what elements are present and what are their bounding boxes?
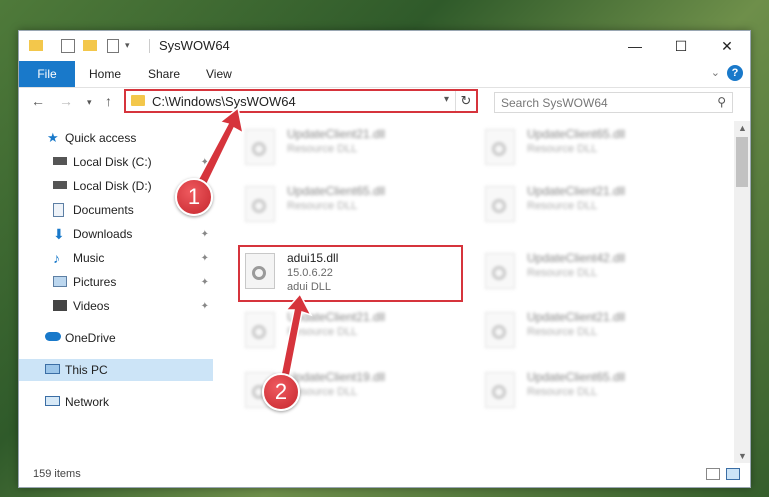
dll-file-icon xyxy=(485,372,515,408)
scroll-down-icon[interactable]: ▼ xyxy=(738,451,747,461)
properties-icon[interactable] xyxy=(61,39,75,53)
gear-icon xyxy=(492,325,506,339)
pin-icon: ✦ xyxy=(200,252,209,264)
gear-icon xyxy=(492,199,506,213)
item-count: 159 items xyxy=(33,468,81,480)
sidebar-item-onedrive[interactable]: OneDrive xyxy=(19,327,213,349)
cloud-icon xyxy=(45,332,61,341)
computer-icon xyxy=(45,364,60,374)
dll-file-icon xyxy=(245,186,275,222)
sidebar-item-pictures[interactable]: Pictures ✦ xyxy=(19,271,213,293)
title-separator xyxy=(149,39,150,53)
expand-ribbon-icon[interactable]: ⌄ xyxy=(711,66,720,79)
dll-file-icon xyxy=(485,129,515,165)
ribbon: File Home Share View ⌄ ? xyxy=(19,61,750,88)
sidebar-item-videos[interactable]: Videos ✦ xyxy=(19,295,213,317)
file-item[interactable]: UpdateClient21.dll Resource DLL xyxy=(239,123,459,169)
gear-icon xyxy=(252,325,266,339)
videos-icon xyxy=(53,300,67,311)
gear-icon xyxy=(492,266,506,280)
tab-share[interactable]: Share xyxy=(148,67,180,81)
maximize-button[interactable]: ☐ xyxy=(658,31,704,61)
drive-icon xyxy=(53,181,67,189)
search-icon[interactable]: ⚲ xyxy=(717,95,726,109)
dll-file-icon xyxy=(245,129,275,165)
tab-home[interactable]: Home xyxy=(89,67,121,81)
address-path[interactable]: C:\Windows\SysWOW64 xyxy=(152,94,296,109)
drive-icon xyxy=(53,157,67,165)
folder-icon xyxy=(29,40,43,51)
vertical-scrollbar[interactable]: ▲ ▼ xyxy=(734,121,750,463)
file-item[interactable]: UpdateClient42.dll Resource DLL xyxy=(479,247,699,293)
large-icons-view-icon[interactable] xyxy=(726,468,740,480)
pictures-icon xyxy=(53,276,67,287)
music-icon: ♪ xyxy=(53,250,60,266)
file-item[interactable]: UpdateClient21.dll Resource DLL xyxy=(239,306,459,352)
new-folder-icon[interactable] xyxy=(83,40,97,51)
dll-file-icon xyxy=(485,312,515,348)
recent-locations-icon[interactable]: ▾ xyxy=(87,97,92,108)
gear-icon xyxy=(252,199,266,213)
step-callout-2: 2 xyxy=(262,373,300,411)
file-item[interactable]: UpdateClient65.dll Resource DLL xyxy=(479,123,699,169)
sidebar-item-local-disk-c[interactable]: Local Disk (C:) ✦ xyxy=(19,151,213,173)
download-icon: ⬇ xyxy=(53,226,65,242)
pin-icon: ✦ xyxy=(200,228,209,240)
details-view-icon[interactable] xyxy=(706,468,720,480)
chevron-down-icon[interactable]: ▾ xyxy=(125,40,139,54)
back-button[interactable]: ← xyxy=(31,93,45,109)
documents-icon xyxy=(53,203,64,217)
navigation-bar: ← → ▾ ↑ C:\Windows\SysWOW64 ▾ ↻ Search S… xyxy=(19,87,750,117)
gear-icon xyxy=(492,142,506,156)
address-dropdown-icon[interactable]: ▾ xyxy=(444,94,449,105)
navigation-pane: ★ Quick access Local Disk (C:) ✦ Local D… xyxy=(19,123,213,463)
pin-icon: ✦ xyxy=(200,300,209,312)
dll-file-icon xyxy=(245,312,275,348)
sidebar-item-this-pc[interactable]: This PC xyxy=(19,359,213,381)
address-bar[interactable]: C:\Windows\SysWOW64 ▾ ↻ xyxy=(124,89,478,113)
sidebar-item-network[interactable]: Network xyxy=(19,391,213,413)
file-item[interactable]: UpdateClient65.dll Resource DLL xyxy=(239,180,459,226)
scrollbar-thumb[interactable] xyxy=(736,137,748,187)
refresh-button[interactable]: ↻ xyxy=(455,91,476,111)
tab-file[interactable]: File xyxy=(19,61,75,87)
sidebar-item-music[interactable]: ♪ Music ✦ xyxy=(19,247,213,269)
star-icon: ★ xyxy=(47,130,59,145)
search-input[interactable]: Search SysWOW64 ⚲ xyxy=(494,92,733,113)
dll-file-icon xyxy=(485,253,515,289)
pin-icon: ✦ xyxy=(200,156,209,168)
minimize-button[interactable]: — xyxy=(612,31,658,61)
sidebar-item-quick-access[interactable]: ★ Quick access xyxy=(19,127,213,149)
pin-icon: ✦ xyxy=(200,276,209,288)
up-button[interactable]: ↑ xyxy=(105,93,112,109)
forward-button[interactable]: → xyxy=(59,93,73,109)
help-icon[interactable]: ? xyxy=(727,65,743,81)
tab-view[interactable]: View xyxy=(206,67,232,81)
file-highlight-frame xyxy=(238,245,463,302)
status-bar: 159 items xyxy=(19,463,750,487)
explorer-window: ▾ SysWOW64 — ☐ ✕ File Home Share View ⌄ … xyxy=(18,30,751,488)
close-button[interactable]: ✕ xyxy=(704,31,750,61)
customize-toolbar-icon[interactable] xyxy=(107,39,119,53)
scroll-up-icon[interactable]: ▲ xyxy=(738,123,747,133)
folder-icon xyxy=(131,95,145,106)
file-item[interactable]: UpdateClient21.dll Resource DLL xyxy=(479,306,699,352)
network-icon xyxy=(45,396,60,406)
gear-icon xyxy=(492,385,506,399)
sidebar-item-downloads[interactable]: ⬇ Downloads ✦ xyxy=(19,223,213,245)
file-item[interactable]: UpdateClient21.dll Resource DLL xyxy=(479,180,699,226)
step-callout-1: 1 xyxy=(175,178,213,216)
dll-file-icon xyxy=(485,186,515,222)
search-placeholder: Search SysWOW64 xyxy=(501,96,608,110)
title-bar: ▾ SysWOW64 — ☐ ✕ xyxy=(19,31,750,61)
window-title: SysWOW64 xyxy=(159,38,230,53)
file-item[interactable]: UpdateClient65.dll Resource DLL xyxy=(479,366,699,412)
gear-icon xyxy=(252,142,266,156)
